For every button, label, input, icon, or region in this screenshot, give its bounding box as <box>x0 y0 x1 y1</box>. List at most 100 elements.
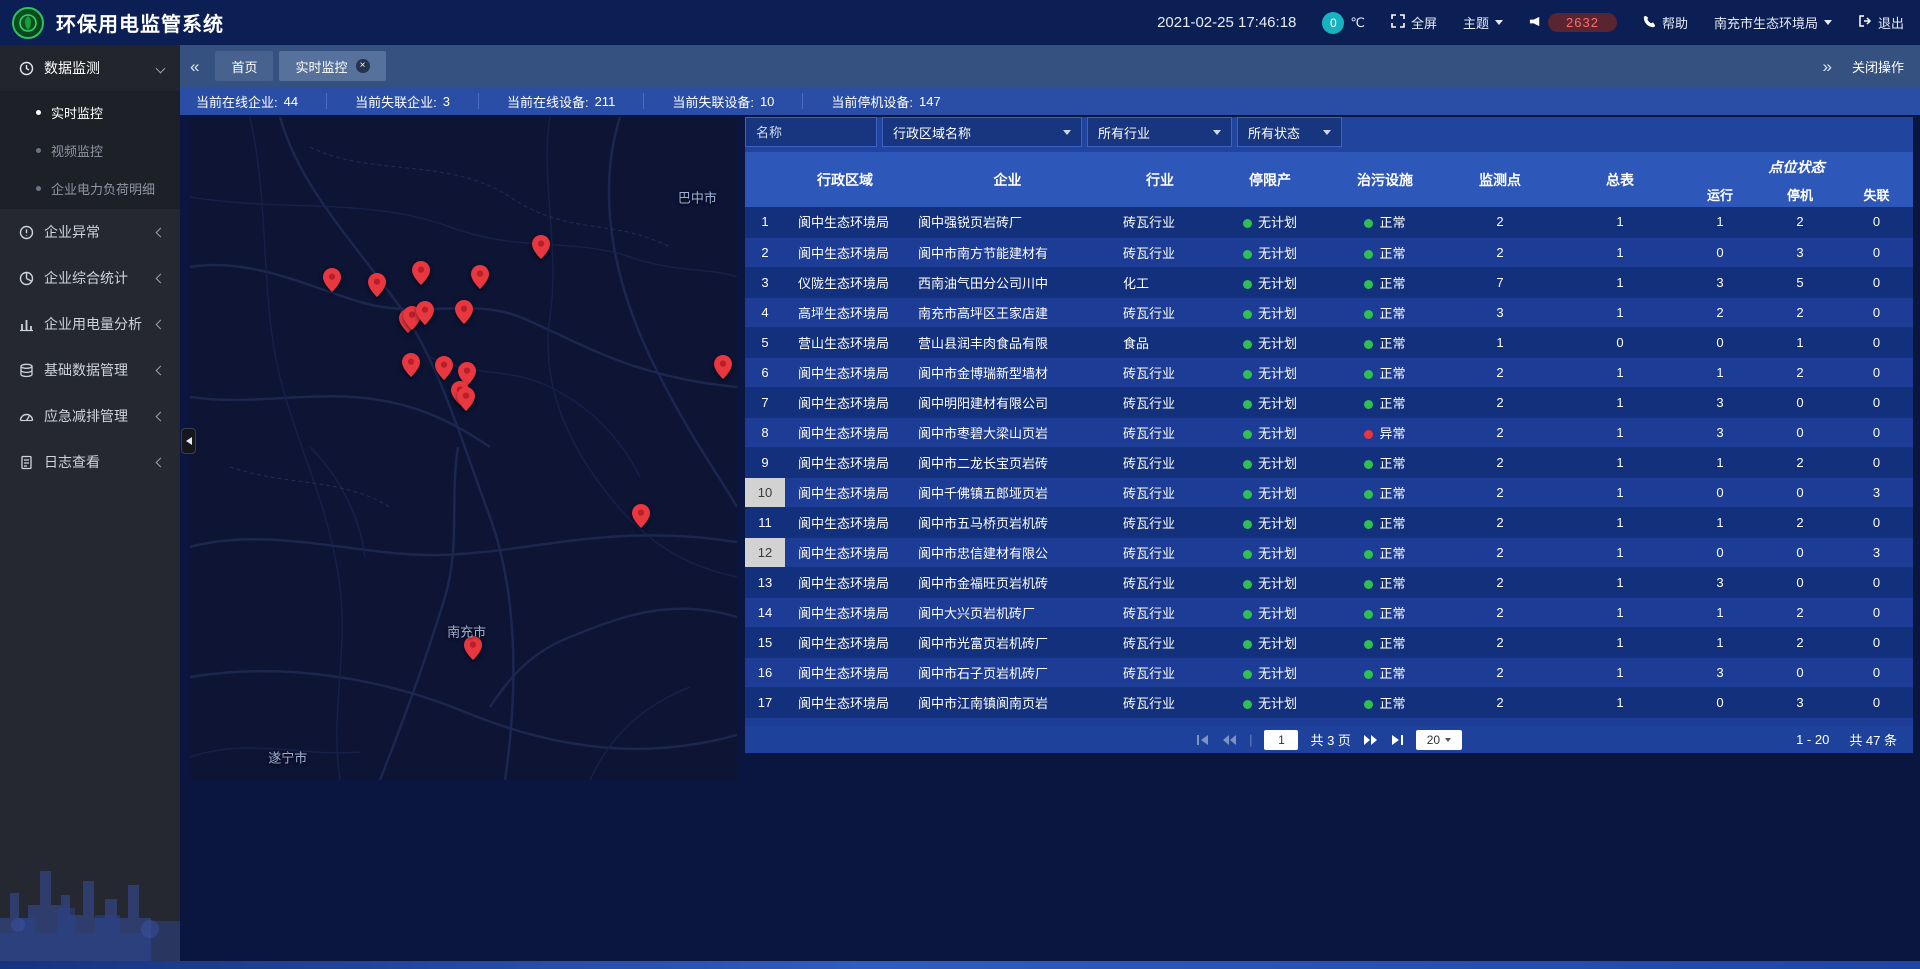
tab-realtime-monitor[interactable]: 实时监控 × <box>279 51 385 81</box>
stopped-count-cell: 3 <box>1760 237 1840 267</box>
sidebar-section-label: 应急减排管理 <box>44 406 128 426</box>
table-row[interactable]: 8阆中生态环境局阆中市枣碧大梁山页岩砖瓦行业无计划异常21300 <box>745 417 1913 447</box>
table-row[interactable]: 6阆中生态环境局阆中市金博瑞新型墙材砖瓦行业无计划正常21120 <box>745 357 1913 387</box>
table-row[interactable]: 13阆中生态环境局阆中市金福旺页岩机砖砖瓦行业无计划正常21300 <box>745 567 1913 597</box>
table-row[interactable]: 9阆中生态环境局阆中市二龙长宝页岩砖砖瓦行业无计划正常21120 <box>745 447 1913 477</box>
sidebar: 数据监测 实时监控 视频监控 企业电力负荷明细 企业异常 企业综合统计 企业用电… <box>0 45 180 969</box>
map-pin-icon[interactable] <box>714 355 732 379</box>
map-pin-icon[interactable] <box>412 261 430 285</box>
row-index-cell: 7 <box>745 387 785 417</box>
status-filter-select[interactable]: 所有状态 <box>1237 117 1342 147</box>
sidebar-section-base-data[interactable]: 基础数据管理 <box>0 347 180 393</box>
monitor-count-cell: 2 <box>1440 657 1560 687</box>
page-number-input[interactable] <box>1264 730 1298 750</box>
map-pin-icon[interactable] <box>435 356 453 380</box>
stopped-count-cell: 0 <box>1760 537 1840 567</box>
offline-count-cell: 0 <box>1840 327 1913 357</box>
first-page-button[interactable] <box>1196 734 1210 746</box>
stat-label: 当前失联企业: <box>355 92 437 111</box>
company-cell: 南充市高坪区王家店建 <box>905 297 1110 327</box>
right-panel: 行政区域名称 所有行业 所有状态 行政区域 企业 行业 <box>745 117 1913 753</box>
map-pin-icon[interactable] <box>416 301 434 325</box>
tab-home[interactable]: 首页 <box>215 51 273 81</box>
map-pin-icon[interactable] <box>532 235 550 259</box>
table-row[interactable]: 15阆中生态环境局阆中市光富页岩机砖厂砖瓦行业无计划正常21120 <box>745 627 1913 657</box>
map-pin-icon[interactable] <box>402 353 420 377</box>
stopped-count-cell: 2 <box>1760 597 1840 627</box>
industry-filter-select[interactable]: 所有行业 <box>1087 117 1232 147</box>
map-pin-icon[interactable] <box>368 273 386 297</box>
table-row[interactable]: 17阆中生态环境局阆中市江南镇阆南页岩砖瓦行业无计划正常21030 <box>745 687 1913 717</box>
status-dot <box>1243 550 1252 559</box>
last-page-button[interactable] <box>1390 734 1404 746</box>
temperature-widget: 0 ℃ <box>1322 12 1365 34</box>
sidebar-section-power-analysis[interactable]: 企业用电量分析 <box>0 301 180 347</box>
table-row[interactable]: 10阆中生态环境局阆中千佛镇五郎垭页岩砖瓦行业无计划正常21003 <box>745 477 1913 507</box>
table-row[interactable]: 2阆中生态环境局阆中市南方节能建材有砖瓦行业无计划正常21030 <box>745 237 1913 267</box>
next-page-button[interactable] <box>1363 734 1378 746</box>
sidebar-section-company-exception[interactable]: 企业异常 <box>0 209 180 255</box>
map-pin-icon[interactable] <box>471 265 489 289</box>
name-filter-input[interactable] <box>745 117 877 147</box>
sidebar-section-label: 企业综合统计 <box>44 268 128 288</box>
close-operations-button[interactable]: 关闭操作 <box>1852 57 1904 76</box>
prev-page-button[interactable] <box>1222 734 1237 746</box>
limit-status-cell: 无计划 <box>1210 477 1330 507</box>
row-index-cell: 6 <box>745 357 785 387</box>
bottom-decoration-strip <box>0 961 1920 969</box>
stopped-count-cell: 2 <box>1760 447 1840 477</box>
map-pin-icon[interactable] <box>632 504 650 528</box>
tabs-scroll-left-button[interactable]: « <box>180 58 209 75</box>
status-dot <box>1243 460 1252 469</box>
table-row[interactable]: 3仪陇生态环境局西南油气田分公司川中化工无计划正常71350 <box>745 267 1913 297</box>
announcement-widget[interactable]: 2632 <box>1529 13 1617 32</box>
industry-cell: 砖瓦行业 <box>1110 477 1210 507</box>
logout-icon <box>1858 14 1872 31</box>
sidebar-section-logs[interactable]: 日志查看 <box>0 439 180 485</box>
map-collapse-button[interactable] <box>181 428 196 454</box>
table-row[interactable]: 11阆中生态环境局阆中市五马桥页岩机砖砖瓦行业无计划正常21120 <box>745 507 1913 537</box>
sidebar-section-emergency[interactable]: 应急减排管理 <box>0 393 180 439</box>
org-dropdown[interactable]: 南充市生态环境局 <box>1714 13 1832 32</box>
stat-label: 当前失联设备: <box>672 92 754 111</box>
offline-count-cell: 0 <box>1840 267 1913 297</box>
sidebar-item-video-monitor[interactable]: 视频监控 <box>0 131 180 169</box>
table-row[interactable]: 5营山生态环境局营山县润丰肉食品有限食品无计划正常10010 <box>745 327 1913 357</box>
chevron-left-icon <box>156 365 166 375</box>
chevron-down-icon <box>1213 130 1221 135</box>
limit-status-cell: 无计划 <box>1210 687 1330 717</box>
page-size-select[interactable]: 20 <box>1416 730 1462 750</box>
table-row[interactable]: 18南部生态环境局南部县建材有限公司砖瓦行业无计划正常21030 <box>745 717 1913 726</box>
sidebar-item-power-load-detail[interactable]: 企业电力负荷明细 <box>0 169 180 207</box>
col-header-stopped: 停机 <box>1760 182 1840 207</box>
sidebar-section-data-monitor[interactable]: 数据监测 <box>0 45 180 91</box>
table-row[interactable]: 1阆中生态环境局阆中强锐页岩砖厂砖瓦行业无计划正常21120 <box>745 207 1913 237</box>
theme-dropdown[interactable]: 主题 <box>1463 13 1503 32</box>
col-header-company: 企业 <box>905 152 1110 207</box>
table-row[interactable]: 14阆中生态环境局阆中大兴页岩机砖厂砖瓦行业无计划正常21120 <box>745 597 1913 627</box>
facility-status-cell: 正常 <box>1330 237 1440 267</box>
table-row[interactable]: 12阆中生态环境局阆中市忠信建材有限公砖瓦行业无计划正常21003 <box>745 537 1913 567</box>
map-pin-icon[interactable] <box>323 268 341 292</box>
sidebar-section-company-stats[interactable]: 企业综合统计 <box>0 255 180 301</box>
map-canvas[interactable]: 巴中市南充市遂宁市 <box>190 117 737 780</box>
map-pin-icon[interactable] <box>455 300 473 324</box>
table-row[interactable]: 16阆中生态环境局阆中市石子页岩机砖厂砖瓦行业无计划正常21300 <box>745 657 1913 687</box>
company-cell: 阆中明阳建材有限公司 <box>905 387 1110 417</box>
sidebar-item-realtime-monitor[interactable]: 实时监控 <box>0 93 180 131</box>
industry-filter-value: 所有行业 <box>1098 123 1150 142</box>
col-header-index <box>745 152 785 207</box>
region-filter-select[interactable]: 行政区域名称 <box>882 117 1082 147</box>
map-pin-icon[interactable] <box>457 387 475 411</box>
industry-cell: 砖瓦行业 <box>1110 507 1210 537</box>
table-row[interactable]: 4高坪生态环境局南充市高坪区王家店建砖瓦行业无计划正常31220 <box>745 297 1913 327</box>
help-button[interactable]: 帮助 <box>1643 13 1688 32</box>
fullscreen-button[interactable]: 全屏 <box>1391 13 1437 32</box>
meter-count-cell: 1 <box>1560 627 1680 657</box>
company-cell: 西南油气田分公司川中 <box>905 267 1110 297</box>
tab-close-icon[interactable]: × <box>356 59 370 73</box>
meter-count-cell: 1 <box>1560 387 1680 417</box>
logout-button[interactable]: 退出 <box>1858 13 1904 32</box>
tabs-scroll-right-button[interactable]: » <box>1813 58 1842 75</box>
table-row[interactable]: 7阆中生态环境局阆中明阳建材有限公司砖瓦行业无计划正常21300 <box>745 387 1913 417</box>
